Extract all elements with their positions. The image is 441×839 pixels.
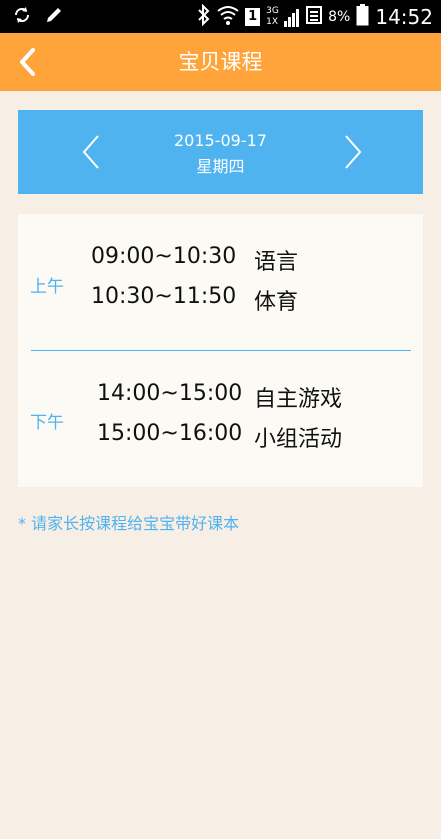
- time-range: 09:00~10:30: [91, 244, 237, 269]
- afternoon-label: 下午: [30, 413, 64, 433]
- chevron-right-icon: [340, 135, 364, 176]
- data-saver-icon: [306, 5, 323, 29]
- period-divider: [31, 350, 411, 351]
- next-day-button[interactable]: [340, 132, 364, 172]
- time-range: 14:00~15:00: [97, 381, 243, 406]
- app-header: 宝贝课程: [0, 33, 441, 91]
- status-bar: 1 3G 1X 8% 14:52: [0, 0, 441, 33]
- battery-icon: [356, 4, 369, 30]
- bluetooth-icon: [197, 3, 211, 30]
- pencil-icon: [44, 5, 64, 29]
- sim-label: 1: [248, 9, 258, 24]
- wifi-icon: [217, 5, 239, 29]
- clock: 14:52: [375, 5, 433, 29]
- subject: 体育: [254, 290, 299, 315]
- subject: 小组活动: [254, 427, 343, 452]
- sim-icon: 1: [245, 8, 261, 26]
- sync-icon: [12, 5, 32, 29]
- back-button[interactable]: [14, 46, 44, 78]
- morning-label: 上午: [30, 277, 64, 297]
- battery-percent: 8%: [328, 9, 351, 25]
- page-title: 宝贝课程: [178, 50, 263, 74]
- signal-icon: 3G 1X: [266, 6, 300, 28]
- subject: 自主游戏: [254, 387, 343, 412]
- time-range: 15:00~16:00: [97, 421, 243, 446]
- date-selector: 2015-09-17 星期四: [18, 110, 423, 194]
- notice-text: * 请家长按课程给宝宝带好课本: [18, 514, 240, 533]
- chevron-left-icon: [14, 48, 44, 82]
- subject: 语言: [254, 250, 299, 275]
- network-bottom-label: 1X: [266, 17, 279, 27]
- time-range: 10:30~11:50: [91, 284, 237, 309]
- network-top-label: 3G: [266, 6, 279, 16]
- schedule-card: 上午 09:00~10:30 语言 10:30~11:50 体育 下午 14:0…: [18, 214, 423, 487]
